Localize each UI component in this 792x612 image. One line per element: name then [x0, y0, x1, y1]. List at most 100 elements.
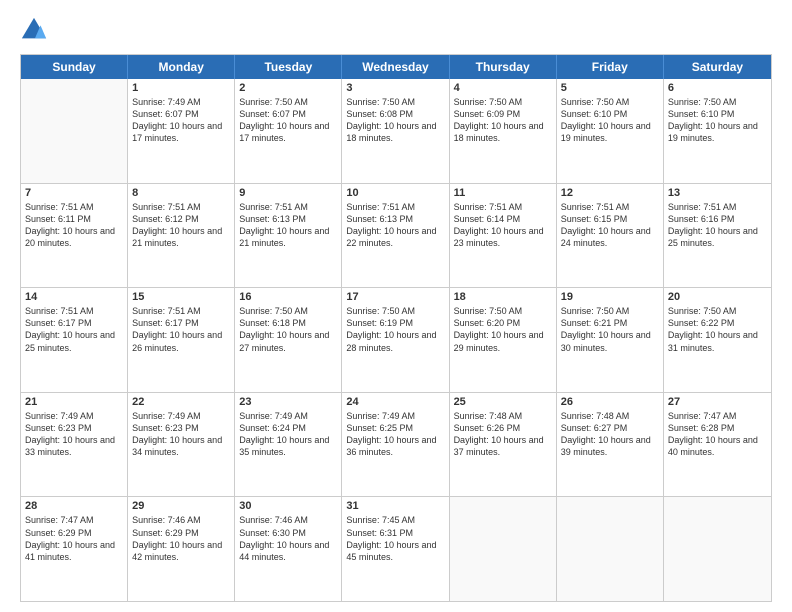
day-cell-30: 30 Sunrise: 7:46 AMSunset: 6:30 PMDayligh… — [235, 497, 342, 601]
day-number: 11 — [454, 187, 552, 199]
day-info: Sunrise: 7:47 AMSunset: 6:29 PMDaylight:… — [25, 514, 123, 563]
empty-cell — [557, 497, 664, 601]
day-number: 22 — [132, 396, 230, 408]
week-row-3: 14 Sunrise: 7:51 AMSunset: 6:17 PMDayligh… — [21, 288, 771, 393]
logo — [20, 16, 52, 44]
day-number: 19 — [561, 291, 659, 303]
day-info: Sunrise: 7:45 AMSunset: 6:31 PMDaylight:… — [346, 514, 444, 563]
day-info: Sunrise: 7:50 AMSunset: 6:09 PMDaylight:… — [454, 96, 552, 145]
day-cell-2: 2Sunrise: 7:50 AMSunset: 6:07 PMDaylight… — [235, 79, 342, 183]
day-info: Sunrise: 7:47 AMSunset: 6:28 PMDaylight:… — [668, 410, 767, 459]
day-info: Sunrise: 7:46 AMSunset: 6:30 PMDaylight:… — [239, 514, 337, 563]
day-info: Sunrise: 7:51 AMSunset: 6:13 PMDaylight:… — [239, 201, 337, 250]
day-cell-4: 4 Sunrise: 7:50 AMSunset: 6:09 PMDaylight… — [450, 79, 557, 183]
day-info: Sunrise: 7:48 AMSunset: 6:26 PMDaylight:… — [454, 410, 552, 459]
day-info: Sunrise: 7:46 AMSunset: 6:29 PMDaylight:… — [132, 514, 230, 563]
day-number: 16 — [239, 291, 337, 303]
day-info: Sunrise: 7:51 AMSunset: 6:15 PMDaylight:… — [561, 201, 659, 250]
empty-cell — [450, 497, 557, 601]
day-info: Sunrise: 7:50 AMSunset: 6:18 PMDaylight:… — [239, 305, 337, 354]
day-number: 18 — [454, 291, 552, 303]
day-number: 24 — [346, 396, 444, 408]
day-cell-13: 13 Sunrise: 7:51 AMSunset: 6:16 PMDayligh… — [664, 184, 771, 288]
day-cell-26: 26 Sunrise: 7:48 AMSunset: 6:27 PMDayligh… — [557, 393, 664, 497]
day-number: 5 — [561, 82, 659, 94]
day-number: 25 — [454, 396, 552, 408]
day-info: Sunrise: 7:51 AMSunset: 6:12 PMDaylight:… — [132, 201, 230, 250]
day-number: 3 — [346, 82, 444, 94]
day-number: 1 — [132, 82, 230, 94]
day-info: Sunrise: 7:50 AMSunset: 6:10 PMDaylight:… — [668, 96, 767, 145]
day-info: Sunrise: 7:50 AMSunset: 6:22 PMDaylight:… — [668, 305, 767, 354]
day-info: Sunrise: 7:51 AMSunset: 6:13 PMDaylight:… — [346, 201, 444, 250]
day-info: Sunrise: 7:50 AMSunset: 6:19 PMDaylight:… — [346, 305, 444, 354]
day-number: 17 — [346, 291, 444, 303]
header-day-friday: Friday — [557, 55, 664, 79]
day-info: Sunrise: 7:51 AMSunset: 6:16 PMDaylight:… — [668, 201, 767, 250]
day-cell-24: 24Sunrise: 7:49 AMSunset: 6:25 PMDayligh… — [342, 393, 449, 497]
day-cell-14: 14 Sunrise: 7:51 AMSunset: 6:17 PMDayligh… — [21, 288, 128, 392]
day-info: Sunrise: 7:49 AMSunset: 6:23 PMDaylight:… — [132, 410, 230, 459]
empty-cell — [664, 497, 771, 601]
day-number: 26 — [561, 396, 659, 408]
week-row-5: 28 Sunrise: 7:47 AMSunset: 6:29 PMDayligh… — [21, 497, 771, 601]
calendar-header: SundayMondayTuesdayWednesdayThursdayFrid… — [21, 55, 771, 79]
day-number: 15 — [132, 291, 230, 303]
day-info: Sunrise: 7:49 AMSunset: 6:23 PMDaylight:… — [25, 410, 123, 459]
logo-icon — [20, 16, 48, 44]
day-number: 10 — [346, 187, 444, 199]
day-cell-28: 28 Sunrise: 7:47 AMSunset: 6:29 PMDayligh… — [21, 497, 128, 601]
header-day-tuesday: Tuesday — [235, 55, 342, 79]
day-cell-3: 3 Sunrise: 7:50 AMSunset: 6:08 PMDaylight… — [342, 79, 449, 183]
day-info: Sunrise: 7:51 AMSunset: 6:17 PMDaylight:… — [25, 305, 123, 354]
header-day-sunday: Sunday — [21, 55, 128, 79]
header-day-wednesday: Wednesday — [342, 55, 449, 79]
day-cell-29: 29Sunrise: 7:46 AMSunset: 6:29 PMDayligh… — [128, 497, 235, 601]
day-number: 31 — [346, 500, 444, 512]
day-number: 6 — [668, 82, 767, 94]
day-number: 23 — [239, 396, 337, 408]
day-info: Sunrise: 7:51 AMSunset: 6:11 PMDaylight:… — [25, 201, 123, 250]
week-row-2: 7Sunrise: 7:51 AMSunset: 6:11 PMDaylight… — [21, 184, 771, 289]
day-cell-7: 7Sunrise: 7:51 AMSunset: 6:11 PMDaylight… — [21, 184, 128, 288]
day-cell-10: 10 Sunrise: 7:51 AMSunset: 6:13 PMDayligh… — [342, 184, 449, 288]
day-number: 9 — [239, 187, 337, 199]
day-number: 30 — [239, 500, 337, 512]
calendar-body: 1 Sunrise: 7:49 AMSunset: 6:07 PMDaylight… — [21, 79, 771, 601]
day-info: Sunrise: 7:50 AMSunset: 6:21 PMDaylight:… — [561, 305, 659, 354]
day-number: 12 — [561, 187, 659, 199]
day-number: 14 — [25, 291, 123, 303]
day-info: Sunrise: 7:50 AMSunset: 6:10 PMDaylight:… — [561, 96, 659, 145]
day-number: 21 — [25, 396, 123, 408]
day-number: 20 — [668, 291, 767, 303]
day-cell-21: 21 Sunrise: 7:49 AMSunset: 6:23 PMDayligh… — [21, 393, 128, 497]
week-row-1: 1 Sunrise: 7:49 AMSunset: 6:07 PMDaylight… — [21, 79, 771, 184]
day-cell-17: 17 Sunrise: 7:50 AMSunset: 6:19 PMDayligh… — [342, 288, 449, 392]
day-info: Sunrise: 7:51 AMSunset: 6:14 PMDaylight:… — [454, 201, 552, 250]
day-cell-25: 25 Sunrise: 7:48 AMSunset: 6:26 PMDayligh… — [450, 393, 557, 497]
day-number: 4 — [454, 82, 552, 94]
day-cell-20: 20 Sunrise: 7:50 AMSunset: 6:22 PMDayligh… — [664, 288, 771, 392]
day-number: 13 — [668, 187, 767, 199]
day-info: Sunrise: 7:51 AMSunset: 6:17 PMDaylight:… — [132, 305, 230, 354]
day-info: Sunrise: 7:48 AMSunset: 6:27 PMDaylight:… — [561, 410, 659, 459]
header-day-monday: Monday — [128, 55, 235, 79]
day-cell-8: 8Sunrise: 7:51 AMSunset: 6:12 PMDaylight… — [128, 184, 235, 288]
day-number: 28 — [25, 500, 123, 512]
calendar: SundayMondayTuesdayWednesdayThursdayFrid… — [20, 54, 772, 602]
day-cell-31: 31 Sunrise: 7:45 AMSunset: 6:31 PMDayligh… — [342, 497, 449, 601]
empty-cell — [21, 79, 128, 183]
day-cell-9: 9 Sunrise: 7:51 AMSunset: 6:13 PMDaylight… — [235, 184, 342, 288]
day-cell-16: 16 Sunrise: 7:50 AMSunset: 6:18 PMDayligh… — [235, 288, 342, 392]
day-cell-5: 5 Sunrise: 7:50 AMSunset: 6:10 PMDaylight… — [557, 79, 664, 183]
day-info: Sunrise: 7:50 AMSunset: 6:08 PMDaylight:… — [346, 96, 444, 145]
day-cell-22: 22 Sunrise: 7:49 AMSunset: 6:23 PMDayligh… — [128, 393, 235, 497]
day-number: 27 — [668, 396, 767, 408]
header — [20, 16, 772, 44]
day-info: Sunrise: 7:50 AMSunset: 6:20 PMDaylight:… — [454, 305, 552, 354]
day-cell-23: 23Sunrise: 7:49 AMSunset: 6:24 PMDayligh… — [235, 393, 342, 497]
day-info: Sunrise: 7:49 AMSunset: 6:07 PMDaylight:… — [132, 96, 230, 145]
day-cell-6: 6 Sunrise: 7:50 AMSunset: 6:10 PMDaylight… — [664, 79, 771, 183]
day-cell-18: 18 Sunrise: 7:50 AMSunset: 6:20 PMDayligh… — [450, 288, 557, 392]
header-day-thursday: Thursday — [450, 55, 557, 79]
